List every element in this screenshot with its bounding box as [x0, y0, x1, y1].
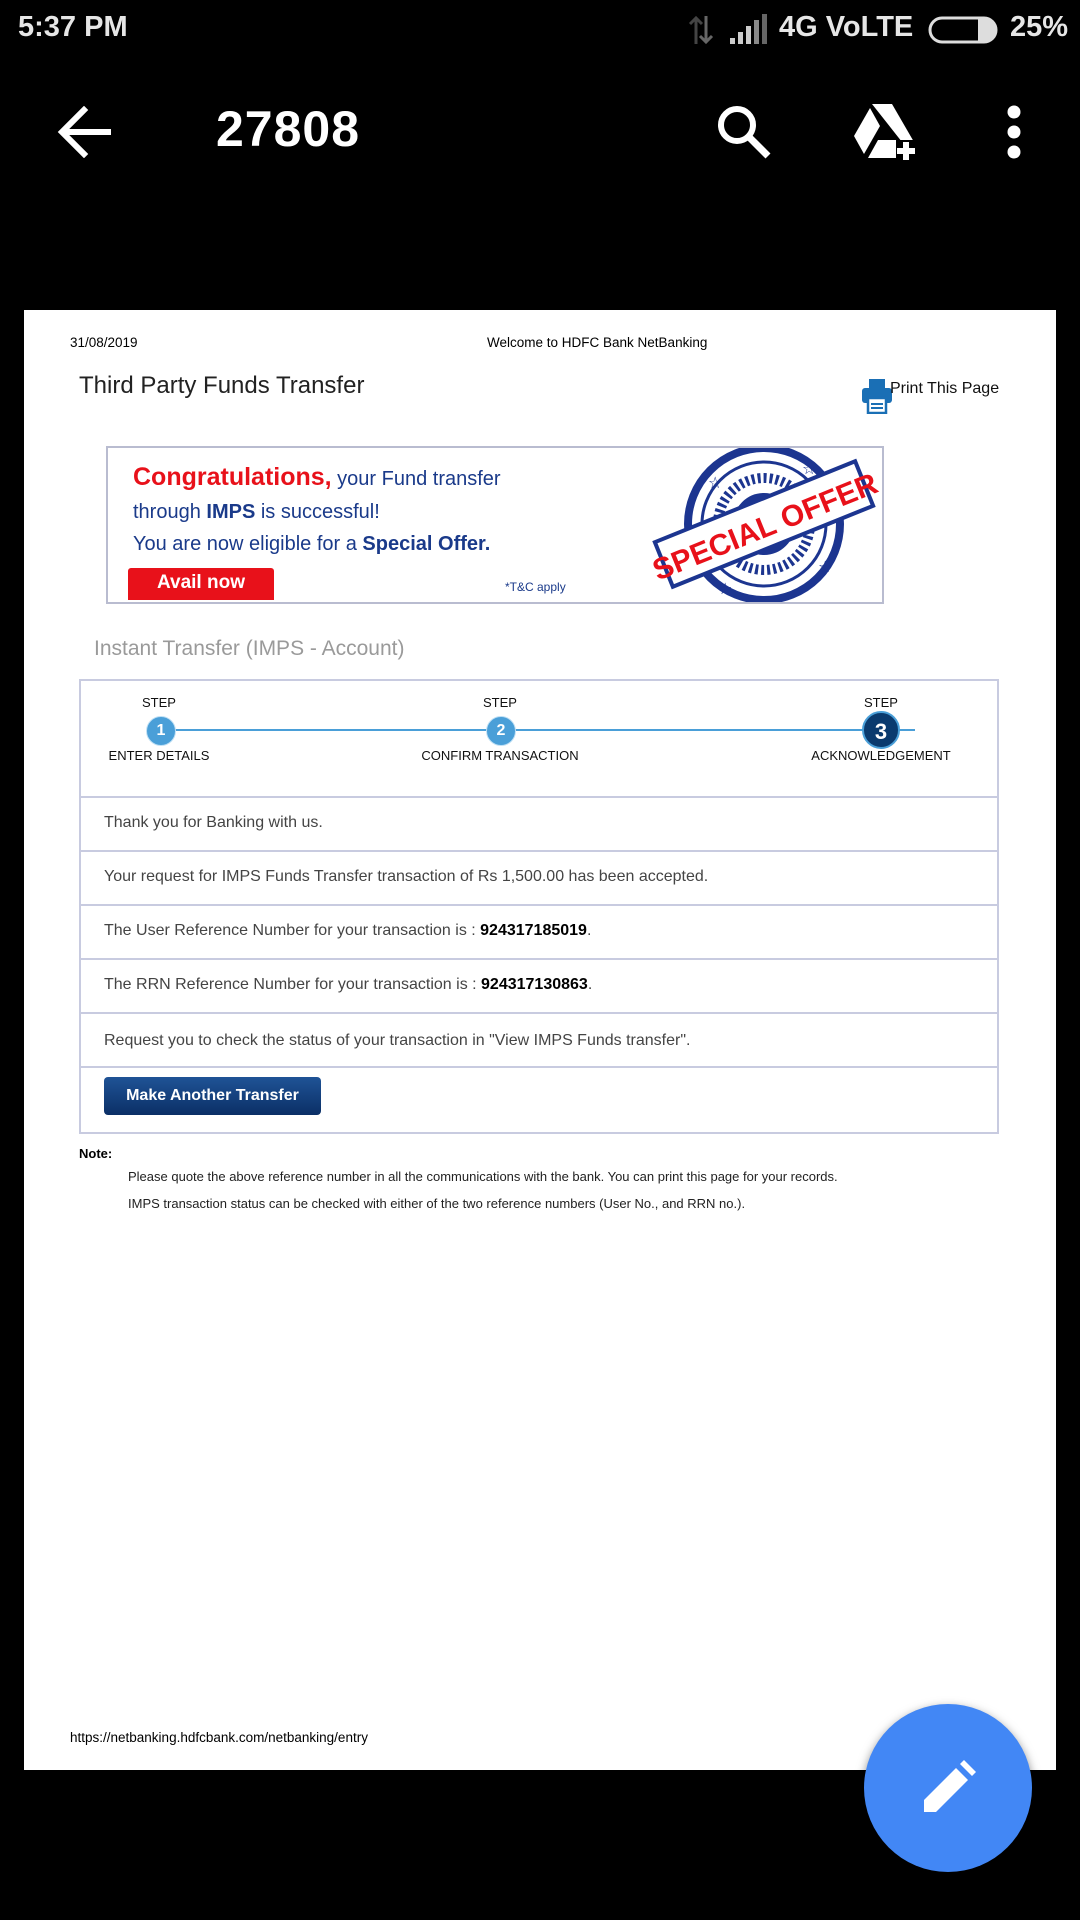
note-label: Note: [79, 1146, 113, 1161]
rrn-ref-number: 924317130863 [481, 976, 588, 993]
check-status-text: Request you to check the status of your … [104, 1032, 691, 1049]
svg-text:☆: ☆ [818, 557, 832, 576]
step-3-circle: 3 [862, 711, 900, 749]
rrn-ref-line: The RRN Reference Number for your transa… [104, 976, 592, 994]
svg-text:☆: ☆ [802, 459, 816, 478]
more-vert-icon[interactable] [1004, 104, 1024, 160]
step-progress-line [159, 729, 915, 731]
banner-line2-pre: through [133, 501, 207, 523]
user-ref-period: . [586, 922, 592, 939]
note-line-1: Please quote the above reference number … [128, 1169, 838, 1184]
banner-line3-pre: You are now eligible for a [133, 533, 363, 555]
tnc-text: *T&C apply [505, 580, 566, 594]
thanks-text: Thank you for Banking with us. [104, 814, 323, 831]
network-label: 4G VoLTE [779, 11, 914, 43]
page-title: Third Party Funds Transfer [79, 372, 365, 399]
printer-icon[interactable] [860, 378, 894, 414]
banner-imps: IMPS [206, 501, 256, 523]
doc-date: 31/08/2019 [70, 335, 138, 350]
svg-text:☆: ☆ [708, 473, 722, 492]
toolbar-title: 27808 [216, 101, 361, 157]
make-another-transfer-button[interactable]: Make Another Transfer [104, 1077, 321, 1115]
back-arrow-icon[interactable] [56, 106, 112, 158]
search-icon[interactable] [714, 102, 774, 162]
banner-congrats: Congratulations, [133, 463, 332, 491]
step-3-word: STEP [864, 695, 898, 710]
battery-icon [928, 16, 998, 44]
user-ref-prefix: The User Reference Number for your trans… [104, 922, 481, 939]
special-offer-stamp: SPECIAL OFFER ☆ ☆ ☆ ☆ [648, 448, 880, 602]
banner-special-offer: Special Offer. [362, 533, 491, 555]
edit-fab-button[interactable] [864, 1704, 1032, 1872]
banner-line-2: through IMPS is successful! [133, 501, 380, 524]
step-2-circle: 2 [486, 716, 516, 746]
message-row-thanks: Thank you for Banking with us. [79, 796, 999, 850]
note-line-2: IMPS transaction status can be checked w… [128, 1196, 746, 1211]
section-title: Instant Transfer (IMPS - Account) [94, 637, 405, 660]
welcome-text: Welcome to HDFC Bank NetBanking [487, 335, 708, 350]
user-ref-line: The User Reference Number for your trans… [104, 922, 591, 940]
step-1-label: ENTER DETAILS [108, 748, 210, 763]
rrn-ref-prefix: The RRN Reference Number for your transa… [104, 976, 482, 993]
avail-now-button[interactable]: Avail now [128, 568, 274, 600]
banner-line1-text: your Fund transfer [331, 468, 501, 490]
page-url: https://netbanking.hdfcbank.com/netbanki… [70, 1730, 368, 1745]
data-arrows-icon [688, 15, 714, 45]
banner-line-3: You are now eligible for a Special Offer… [133, 533, 490, 556]
battery-percent: 25% [1010, 11, 1069, 43]
message-row-status: Request you to check the status of your … [79, 1012, 999, 1066]
step-3-label: ACKNOWLEDGEMENT [811, 748, 951, 763]
rrn-ref-period: . [587, 976, 593, 993]
document-page[interactable]: 31/08/2019 Welcome to HDFC Bank NetBanki… [24, 310, 1056, 1770]
message-row-accepted: Your request for IMPS Funds Transfer tra… [79, 850, 999, 904]
banner-line-1: Congratulations, your Fund transfer [133, 463, 501, 492]
special-offer-banner[interactable]: Congratulations, your Fund transfer thro… [106, 446, 884, 604]
message-row-user-ref: The User Reference Number for your trans… [79, 904, 999, 958]
print-page-link[interactable]: Print This Page [890, 380, 999, 398]
step-1-circle: 1 [146, 716, 176, 746]
banner-line2-post: is successful! [255, 501, 380, 523]
drive-add-icon[interactable] [852, 102, 918, 162]
signal-icon [730, 14, 767, 44]
step-2-word: STEP [483, 695, 517, 710]
step-2-label: CONFIRM TRANSACTION [421, 748, 579, 763]
edit-pencil-icon [924, 1760, 976, 1812]
accepted-text: Your request for IMPS Funds Transfer tra… [104, 868, 709, 885]
user-ref-number: 924317185019 [480, 922, 587, 939]
step-1-word: STEP [142, 695, 176, 710]
status-time: 5:37 PM [18, 11, 128, 43]
message-row-rrn-ref: The RRN Reference Number for your transa… [79, 958, 999, 1012]
make-another-row: Make Another Transfer [79, 1066, 999, 1124]
svg-text:☆: ☆ [718, 579, 732, 598]
